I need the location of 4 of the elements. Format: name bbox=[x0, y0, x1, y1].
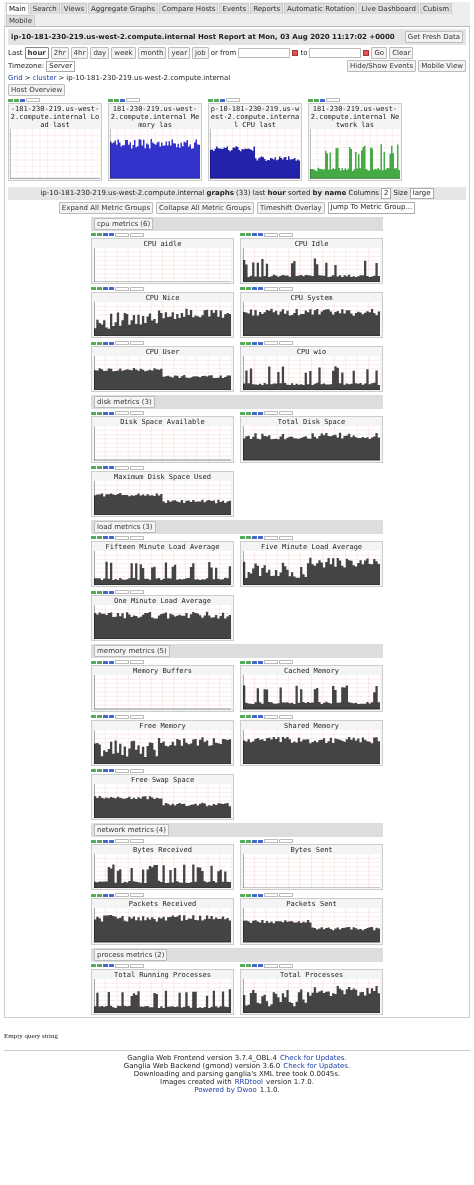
date-field[interactable] bbox=[309, 48, 362, 58]
date-field[interactable] bbox=[238, 48, 291, 58]
calendar-icon[interactable] bbox=[363, 50, 370, 56]
calendar-icon[interactable] bbox=[292, 50, 299, 56]
